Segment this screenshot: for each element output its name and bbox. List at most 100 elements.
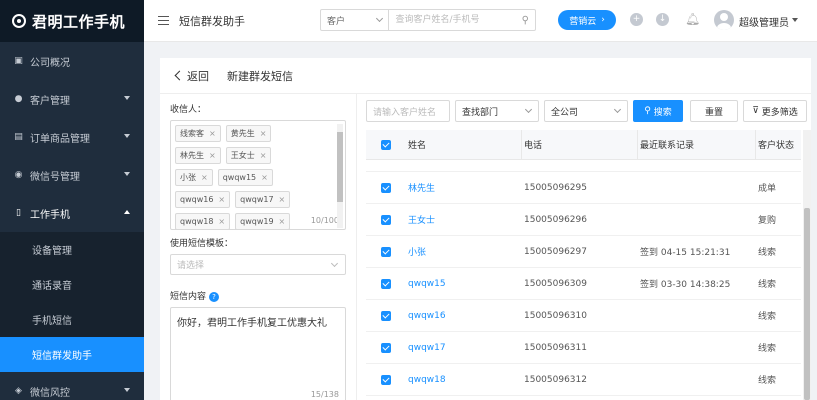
company-select[interactable]: 全公司: [544, 100, 628, 122]
recipient-tag[interactable]: 林先生 ×: [175, 147, 221, 164]
divider: [356, 94, 357, 400]
customer-name-input[interactable]: 请输入客户姓名: [366, 100, 450, 122]
download-icon[interactable]: ↓: [656, 13, 669, 26]
search-icon[interactable]: ⚲: [515, 10, 535, 30]
top-header: 短信群发助手 客户 ⚲ 营销云 › + ↓ 🔔︎ 超级管理员: [144, 0, 817, 42]
search-input[interactable]: [389, 10, 516, 30]
department-select[interactable]: 查找部门: [455, 100, 539, 122]
close-icon[interactable]: ×: [261, 173, 268, 182]
row-checkbox[interactable]: [381, 278, 391, 289]
customer-phone: 15005096312: [524, 374, 587, 385]
sidebar-item-wechat-risk[interactable]: ◈ 微信风控: [0, 372, 144, 400]
customer-phone: 15005096296: [524, 214, 587, 225]
panel-header: 返回 新建群发短信: [160, 58, 811, 94]
global-search: 客户 ⚲: [320, 9, 536, 31]
sidebar-item-wechat-management[interactable]: ◉ 微信号管理: [0, 156, 144, 194]
row-checkbox[interactable]: [381, 310, 391, 321]
row-checkbox[interactable]: [381, 214, 391, 225]
customer-name-link[interactable]: 林先生: [406, 181, 522, 194]
marketing-cloud-button[interactable]: 营销云 ›: [558, 10, 616, 30]
close-icon[interactable]: ×: [279, 217, 286, 226]
close-icon[interactable]: ×: [279, 195, 286, 204]
more-filters-label: 更多筛选: [761, 107, 798, 118]
sidebar-item-customer-management[interactable]: ● 客户管理: [0, 80, 144, 118]
template-select[interactable]: 请选择: [170, 254, 346, 275]
recipient-tag-label: 黄先生: [230, 129, 255, 138]
recipient-tag[interactable]: qwqw18 ×: [175, 213, 231, 229]
panel-title: 新建群发短信: [227, 69, 293, 83]
add-icon[interactable]: +: [630, 13, 643, 26]
column-header-contact[interactable]: 最近联系记录: [638, 130, 756, 160]
recipient-tag[interactable]: qwqw17 ×: [235, 191, 291, 208]
sidebar-item-order-management[interactable]: ▤ 订单商品管理: [0, 118, 144, 156]
customer-name-link[interactable]: 王女士: [406, 213, 522, 226]
reset-button[interactable]: 重置: [690, 100, 738, 122]
chevron-right-icon: ›: [601, 15, 605, 25]
recipient-tag-label: 林先生: [180, 151, 204, 160]
table-row[interactable]: 王女士 15005096296 复购: [366, 204, 801, 236]
table-row[interactable]: 林先生 15005096295 成单: [366, 172, 801, 204]
sidebar-subitem-call-recording[interactable]: 通话录音: [0, 267, 144, 302]
scrollbar-thumb[interactable]: [337, 132, 343, 202]
row-checkbox[interactable]: [381, 374, 391, 385]
close-icon[interactable]: ×: [260, 151, 267, 160]
recipient-tag[interactable]: qwqw16 ×: [175, 191, 231, 208]
sidebar-subitem-sms-broadcast[interactable]: 短信群发助手: [0, 337, 144, 372]
column-header-phone[interactable]: 电话: [522, 130, 638, 160]
recipient-tag[interactable]: qwqw15 ×: [217, 169, 273, 186]
table-row[interactable]: 小张 15005096297 签到 04-15 15:21:31 线索: [366, 236, 801, 268]
chevron-down-icon[interactable]: [792, 18, 798, 22]
bell-icon[interactable]: 🔔︎: [685, 12, 700, 26]
sidebar-item-work-phone[interactable]: ▯ 工作手机: [0, 194, 144, 232]
column-header-name[interactable]: 姓名: [406, 130, 522, 160]
department-value: 查找部门: [462, 107, 499, 118]
row-checkbox[interactable]: [381, 342, 391, 353]
scrollbar-thumb[interactable]: [804, 208, 810, 400]
recipient-tag[interactable]: 小张 ×: [175, 169, 213, 186]
avatar[interactable]: [714, 10, 734, 30]
back-button[interactable]: 返回: [174, 68, 209, 84]
customer-name-link[interactable]: qwqw16: [406, 311, 522, 321]
customer-status: 线索: [758, 280, 777, 290]
recipient-tag[interactable]: 线索客 ×: [175, 125, 221, 142]
customer-name-link[interactable]: 小张: [406, 245, 522, 258]
close-icon[interactable]: ×: [260, 129, 267, 138]
menu-toggle-icon[interactable]: [158, 16, 169, 25]
app-logo[interactable]: 君明工作手机: [0, 0, 144, 42]
recipient-tag[interactable]: 王女士 ×: [225, 147, 272, 164]
sms-content-textarea[interactable]: 你好，君明工作手机复工优惠大礼 15/138: [170, 307, 346, 400]
column-header-status[interactable]: 客户状态: [756, 138, 801, 151]
table-scrollbar[interactable]: [803, 130, 811, 400]
customer-name-link[interactable]: qwqw17: [406, 343, 522, 353]
sidebar-item-company-overview[interactable]: ▣ 公司概况: [0, 42, 144, 80]
table-row[interactable]: qwqw16 15005096310 线索: [366, 300, 801, 332]
sidebar-subitem-phone-sms[interactable]: 手机短信: [0, 302, 144, 337]
close-icon[interactable]: ×: [209, 129, 216, 138]
close-icon[interactable]: ×: [201, 173, 208, 182]
more-filters-button[interactable]: ⊽ 更多筛选: [743, 100, 807, 122]
close-icon[interactable]: ×: [218, 217, 225, 226]
close-icon[interactable]: ×: [218, 195, 225, 204]
customer-name-link[interactable]: qwqw18: [406, 375, 522, 385]
help-icon[interactable]: ?: [209, 291, 220, 302]
table-row[interactable]: qwqw15 15005096309 签到 03-30 14:38:25 线索: [366, 268, 801, 300]
table-row[interactable]: qwqw17 15005096311 线索: [366, 332, 801, 364]
user-name[interactable]: 超级管理员: [739, 14, 789, 29]
row-checkbox[interactable]: [381, 246, 391, 257]
recipients-box[interactable]: 线索客 × 黄先生 × 林先生 × 王女士 × 小张 × qwqw15 × qwqw16 × qwqw17 ×…: [170, 120, 346, 230]
close-icon[interactable]: ×: [209, 151, 216, 160]
sidebar-subitem-device-management[interactable]: 设备管理: [0, 232, 144, 267]
recipient-tag[interactable]: 黄先生 ×: [225, 125, 272, 142]
search-button[interactable]: ⚲ 搜索: [633, 100, 683, 122]
recipient-tag[interactable]: qwqw19 ×: [235, 213, 291, 229]
search-type-select[interactable]: 客户: [321, 10, 390, 30]
template-label: 使用短信模板：: [170, 239, 234, 249]
marketing-cloud-label: 营销云: [569, 16, 597, 27]
table-row[interactable]: qwqw18 15005096312 线索: [366, 364, 801, 396]
search-icon: ⚲: [644, 106, 651, 116]
customer-name-link[interactable]: qwqw15: [406, 279, 522, 289]
table-body: 林先生 15005096295 成单 王女士 15005096296 复购 小张 150050…: [366, 172, 801, 396]
row-checkbox[interactable]: [381, 182, 391, 193]
select-all-checkbox[interactable]: [381, 139, 391, 150]
recipients-scrollbar[interactable]: [337, 124, 343, 228]
